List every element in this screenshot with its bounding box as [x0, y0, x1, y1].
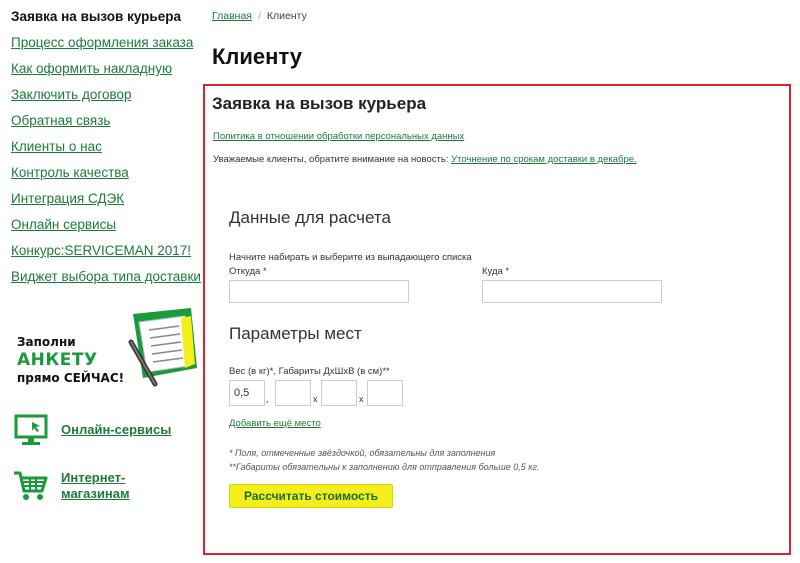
sidebar-item-waybill[interactable]: Как оформить накладную	[11, 60, 196, 86]
online-services-block: Онлайн-сервисы	[13, 412, 198, 448]
sidebar-item-integration[interactable]: Интеграция СДЭК	[11, 190, 196, 216]
dimensions-footnote: **Габариты обязательны к заполнению для …	[229, 462, 540, 472]
promo-text: Заполни АНКЕТУ прямо СЕЙЧАС!	[17, 334, 124, 386]
sidebar-item-order-process[interactable]: Процесс оформления заказа	[11, 34, 196, 60]
online-shops-link[interactable]: Интернет-магазинам	[61, 470, 151, 502]
add-place-link[interactable]: Добавить ещё место	[229, 418, 321, 429]
x-separator-1: x	[313, 394, 318, 404]
sidebar: Заявка на вызов курьера Процесс оформлен…	[11, 8, 201, 294]
from-label: Откуда *	[229, 266, 267, 277]
height-input[interactable]	[367, 380, 403, 406]
width-input[interactable]	[321, 380, 357, 406]
privacy-policy-link[interactable]: Политика в отношении обработки персональ…	[213, 131, 464, 142]
from-city-input[interactable]	[229, 280, 409, 303]
promo-line-3: прямо СЕЙЧАС!	[17, 371, 125, 385]
breadcrumb-current: Клиенту	[266, 10, 307, 22]
shopping-cart-icon	[14, 471, 48, 500]
page-title: Клиенту	[212, 44, 303, 69]
required-fields-footnote: * Поля, отмеченные звёздочкой, обязатель…	[229, 448, 496, 458]
monitor-icon	[14, 414, 48, 445]
online-shops-block: Интернет-магазинам	[13, 468, 198, 504]
news-notice-text: Уважаемые клиенты, обратите внимание на …	[213, 154, 452, 165]
sidebar-item-feedback[interactable]: Обратная связь	[11, 112, 196, 138]
sidebar-item-widget[interactable]: Виджет выбора типа доставки	[11, 268, 201, 294]
promo-line-2: АНКЕТУ	[17, 350, 98, 370]
form-title: Заявка на вызов курьера	[212, 94, 427, 113]
weight-dimensions-label: Вес (в кг)*, Габариты ДхШхВ (в см)**	[229, 366, 390, 377]
sidebar-item-quality[interactable]: Контроль качества	[11, 164, 196, 190]
section-places-title: Параметры мест	[229, 324, 362, 343]
online-services-link[interactable]: Онлайн-сервисы	[61, 422, 171, 438]
section-calculation-title: Данные для расчета	[229, 208, 391, 227]
weight-input[interactable]	[229, 380, 265, 406]
breadcrumb-separator: /	[257, 10, 261, 22]
to-city-input[interactable]	[482, 280, 662, 303]
sidebar-item-reviews[interactable]: Клиенты о нас	[11, 138, 196, 164]
sidebar-item-contest[interactable]: Конкурс:SERVICEMAN 2017!	[11, 242, 196, 268]
x-separator-2: x	[359, 394, 364, 404]
breadcrumb-home-link[interactable]: Главная	[212, 10, 252, 22]
sidebar-title: Заявка на вызов курьера	[11, 9, 181, 24]
news-notice: Уважаемые клиенты, обратите внимание на …	[213, 154, 637, 165]
calculate-cost-button[interactable]: Рассчитать стоимость	[229, 484, 393, 508]
survey-form-pen-icon	[128, 308, 197, 387]
news-notice-link[interactable]: Уточнение по срокам доставки в декабре.	[451, 154, 637, 165]
city-input-hint: Начните набирать и выберите из выпадающе…	[229, 252, 472, 263]
sidebar-item-contract[interactable]: Заключить договор	[11, 86, 196, 112]
to-label: Куда *	[482, 266, 510, 277]
comma-separator: ,	[266, 394, 269, 404]
sidebar-item-online-services[interactable]: Онлайн сервисы	[11, 216, 196, 242]
breadcrumb: Главная / Клиенту	[212, 10, 307, 22]
survey-promo-banner[interactable]: Заполни АНКЕТУ прямо СЕЙЧАС!	[17, 308, 197, 388]
length-input[interactable]	[275, 380, 311, 406]
courier-request-form: Заявка на вызов курьера Политика в отнош…	[203, 84, 791, 555]
promo-line-1: Заполни	[17, 335, 76, 349]
